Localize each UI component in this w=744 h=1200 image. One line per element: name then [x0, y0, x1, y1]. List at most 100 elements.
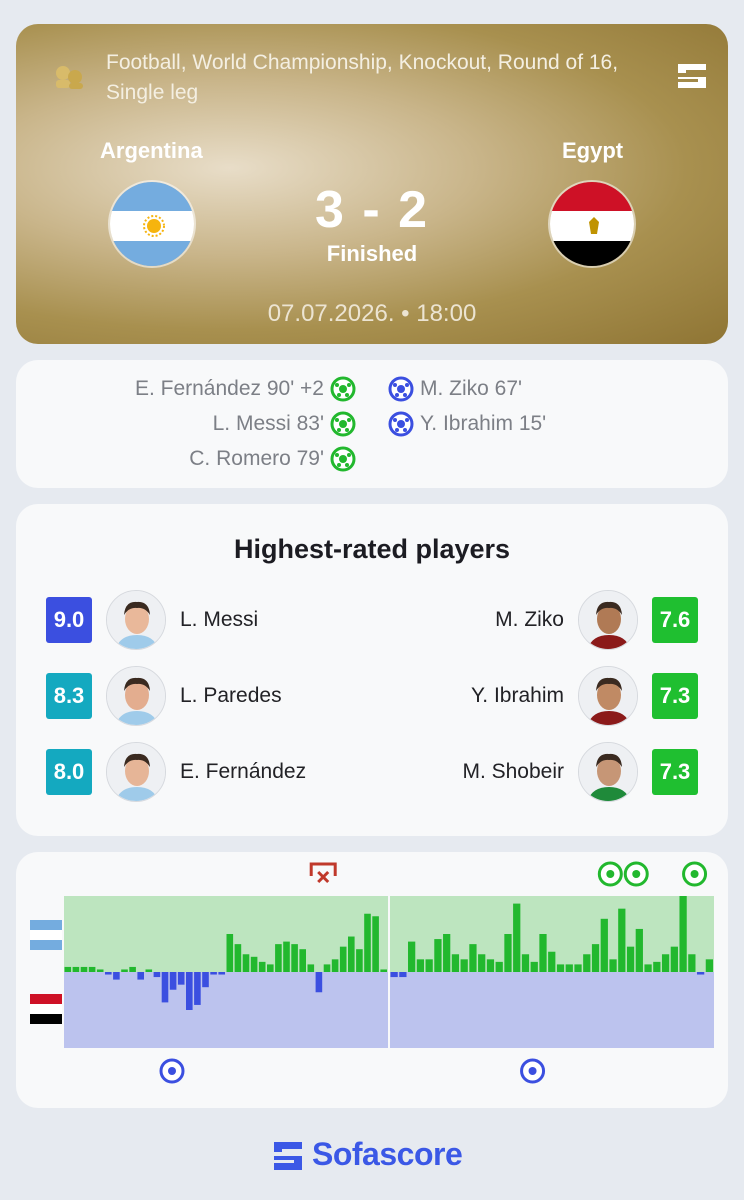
- home-momentum-bar: [591, 944, 600, 972]
- goal-home-1: E. Fernández 90' +2: [135, 372, 356, 406]
- away-goal-ball-icon: [388, 376, 414, 402]
- home-momentum-bar: [234, 944, 242, 972]
- away-momentum-area: [390, 972, 714, 1048]
- home-momentum-bar: [609, 959, 617, 972]
- player-avatar[interactable]: [578, 666, 638, 726]
- player-avatar[interactable]: [106, 742, 166, 802]
- away-momentum-area: [64, 972, 388, 1048]
- away-player-row[interactable]: 7.6 M. Ziko: [495, 590, 698, 650]
- goal-home-2: L. Messi 83': [213, 407, 356, 441]
- home-momentum-bar: [348, 936, 355, 972]
- away-momentum-bar: [390, 972, 398, 978]
- match-status: Finished: [326, 241, 418, 266]
- missed-penalty-icon: [309, 862, 337, 876]
- away-momentum-bar: [153, 972, 161, 978]
- home-momentum-bar: [644, 964, 652, 972]
- home-player-row[interactable]: 8.0 E. Fernández: [46, 742, 307, 802]
- away-momentum-bar: [202, 972, 209, 988]
- match-header: Football, World Championship, Knockout, …: [16, 24, 728, 344]
- home-momentum-bar: [339, 946, 347, 972]
- home-momentum-bar: [434, 939, 442, 972]
- goal-text: E. Fernández 90' +2: [134, 377, 324, 400]
- player-avatar[interactable]: [106, 666, 166, 726]
- away-goal-marker-icon-dot: [528, 1067, 537, 1075]
- home-momentum-bar: [145, 969, 153, 972]
- match-datetime: 07.07.2026. • 18:00: [267, 300, 477, 327]
- home-player-row[interactable]: 8.3 L. Paredes: [46, 666, 282, 726]
- away-momentum-bar: [186, 972, 193, 1010]
- home-momentum-bar: [88, 966, 96, 972]
- player-name: L. Messi: [180, 608, 259, 631]
- home-goal-ball-icon: [330, 446, 356, 472]
- home-momentum-bar: [513, 903, 521, 972]
- away-player-row[interactable]: 7.3 M. Shobeir: [462, 742, 698, 802]
- away-momentum-bar: [218, 972, 225, 975]
- home-momentum-bar: [356, 949, 363, 972]
- away-momentum-bar: [177, 972, 185, 985]
- tournament-title: Football, World Championship, Knockout, …: [106, 51, 619, 104]
- home-momentum-bar: [478, 954, 486, 972]
- home-momentum-bar: [469, 944, 477, 972]
- player-avatar[interactable]: [106, 590, 166, 650]
- goal-text: C. Romero 79': [189, 447, 324, 470]
- home-momentum-bar: [258, 961, 266, 972]
- home-player-row[interactable]: 9.0 L. Messi: [46, 590, 259, 650]
- home-momentum-area: [64, 896, 388, 972]
- egypt-flag-icon[interactable]: [548, 180, 636, 268]
- home-momentum-bar: [250, 956, 258, 972]
- player-rating-badge: 7.6: [652, 597, 698, 643]
- away-momentum-bar: [315, 972, 323, 993]
- home-momentum-bar: [679, 896, 687, 972]
- argentina-flag-icon[interactable]: [108, 180, 196, 268]
- goal-text: M. Ziko 67': [420, 377, 523, 400]
- home-momentum-bar: [574, 964, 582, 972]
- away-momentum-bar: [105, 972, 112, 975]
- home-momentum-bar: [121, 969, 128, 972]
- away-goal-marker-icon-dot: [168, 1067, 176, 1075]
- home-momentum-bar: [565, 964, 573, 972]
- home-momentum-bar: [307, 964, 315, 972]
- argentina-flag-icon: [30, 920, 62, 950]
- home-momentum-bar: [486, 959, 495, 972]
- away-momentum-bar: [161, 972, 169, 1003]
- home-goal-marker-icon-dot: [606, 870, 615, 878]
- home-momentum-bar: [521, 954, 530, 972]
- home-momentum-bar: [275, 944, 282, 972]
- sofascore-logo-icon[interactable]: [676, 60, 708, 92]
- away-momentum-bar: [696, 972, 705, 975]
- home-momentum-bar: [688, 954, 696, 972]
- missed-penalty-cross: [317, 870, 330, 884]
- home-team-name[interactable]: Argentina: [100, 138, 203, 164]
- player-rating-badge: 7.3: [652, 749, 698, 795]
- goal-away-1: M. Ziko 67': [388, 372, 522, 406]
- home-goal-ball-icon: [330, 411, 356, 437]
- player-name: E. Fernández: [180, 760, 307, 783]
- player-name: L. Paredes: [180, 684, 282, 707]
- home-momentum-bar: [299, 949, 306, 972]
- home-momentum-bar: [548, 951, 556, 972]
- sofascore-brand[interactable]: Sofascore: [272, 1136, 482, 1176]
- home-momentum-bar: [64, 966, 72, 972]
- away-momentum-bar: [169, 972, 177, 990]
- section-title: Highest-rated players: [233, 534, 511, 564]
- player-avatar[interactable]: [578, 742, 638, 802]
- world-cup-icon: [56, 66, 83, 89]
- away-player-row[interactable]: 7.3 Y. Ibrahim: [471, 666, 698, 726]
- home-momentum-bar: [267, 964, 274, 972]
- home-momentum-bar: [425, 959, 433, 972]
- away-momentum-bar: [137, 972, 144, 980]
- goal-scorers: E. Fernández 90' +2 L. Messi 83' C. Rome…: [16, 360, 728, 488]
- home-momentum-bar: [96, 969, 104, 972]
- home-goal-marker-icon-dot: [690, 870, 699, 878]
- home-momentum-bar: [242, 954, 250, 972]
- player-name: M. Ziko: [495, 608, 564, 631]
- home-momentum-bar: [539, 934, 547, 972]
- away-team-name[interactable]: Egypt: [562, 138, 623, 164]
- away-goal-ball-icon: [388, 411, 414, 437]
- away-momentum-bar: [399, 972, 407, 978]
- player-avatar[interactable]: [578, 590, 638, 650]
- home-momentum-bar: [226, 934, 234, 972]
- sofascore-logo-icon: [274, 1142, 302, 1170]
- home-momentum-bar: [653, 961, 661, 972]
- home-momentum-bar: [556, 964, 565, 972]
